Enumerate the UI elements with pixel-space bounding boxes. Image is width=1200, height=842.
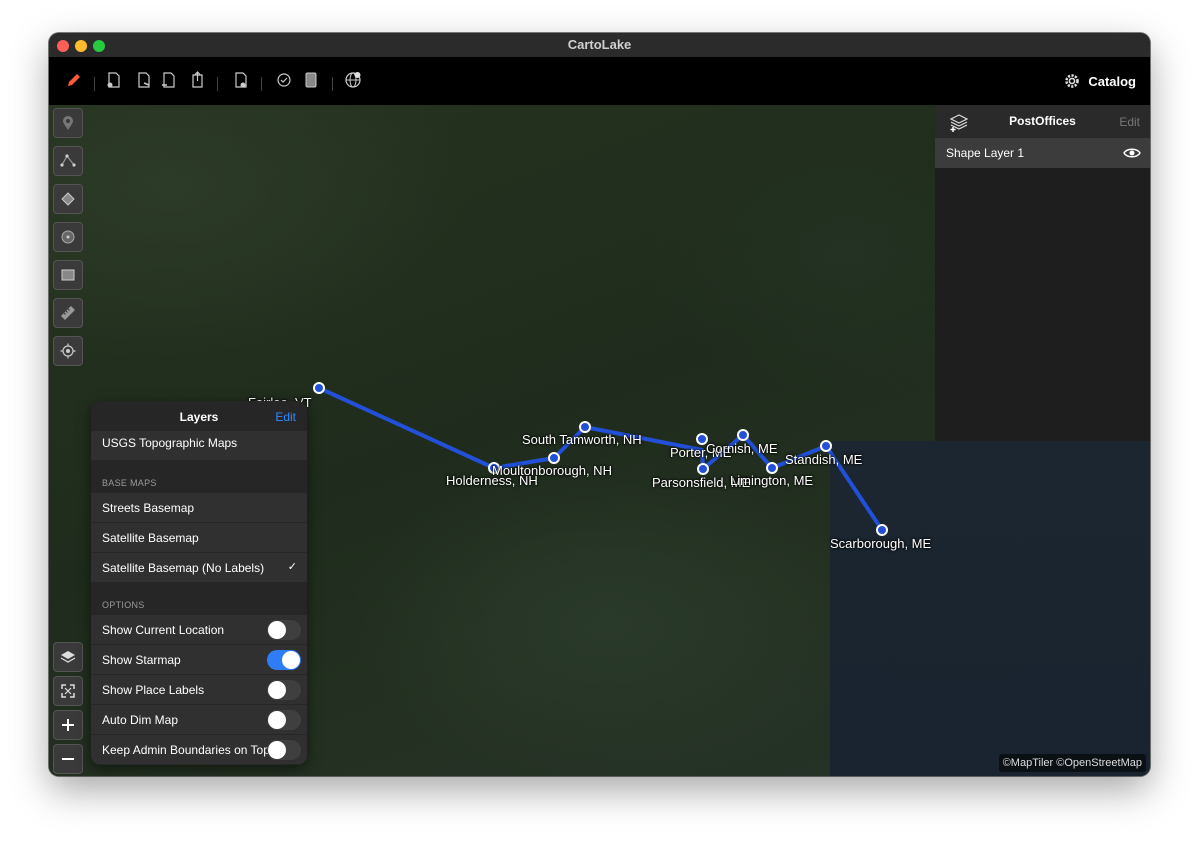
place-marker[interactable] bbox=[697, 463, 709, 475]
layers-edit-button[interactable]: Edit bbox=[275, 410, 296, 424]
rectangle-tool-button[interactable] bbox=[53, 260, 83, 290]
polyline-tool-button[interactable] bbox=[53, 146, 83, 176]
option-label: Show Current Location bbox=[102, 623, 225, 637]
option-row: Show Current Location bbox=[91, 615, 307, 645]
polyline-icon bbox=[60, 154, 76, 167]
toolbar-separator bbox=[332, 77, 333, 91]
title-bar: CartoLake bbox=[49, 33, 1150, 57]
minimize-window-button[interactable] bbox=[75, 40, 87, 52]
export-icon[interactable] bbox=[189, 71, 207, 89]
refresh-icon[interactable] bbox=[275, 71, 293, 89]
map-pin-tool-button[interactable] bbox=[53, 108, 83, 138]
place-label: Standish, ME bbox=[785, 452, 863, 467]
place-label: Scarborough, ME bbox=[830, 536, 932, 551]
layer-row[interactable]: Shape Layer 1 bbox=[935, 138, 1150, 168]
option-label: Auto Dim Map bbox=[102, 713, 179, 727]
basemap-option-selected[interactable]: Satellite Basemap (No Labels) ✓ bbox=[91, 553, 307, 583]
basemap-label: Satellite Basemap (No Labels) bbox=[102, 561, 265, 575]
close-window-button[interactable] bbox=[57, 40, 69, 52]
window-title: CartoLake bbox=[567, 37, 632, 52]
toolbar-separator bbox=[261, 77, 262, 91]
layer-name: Shape Layer 1 bbox=[946, 146, 1025, 160]
eye-icon[interactable] bbox=[1123, 146, 1141, 160]
option-row: Auto Dim Map bbox=[91, 705, 307, 735]
device-icon[interactable] bbox=[302, 71, 320, 89]
add-line-icon[interactable] bbox=[135, 71, 153, 89]
gear-icon bbox=[1065, 74, 1080, 88]
place-label: South Tamworth, NH bbox=[522, 432, 642, 447]
catalog-button[interactable]: Catalog bbox=[1064, 70, 1136, 92]
place-marker[interactable] bbox=[313, 382, 325, 394]
basemap-option[interactable]: Streets Basemap bbox=[91, 493, 307, 523]
add-polygon-icon[interactable] bbox=[160, 71, 178, 89]
toolbar-separator bbox=[94, 77, 95, 91]
option-row: Show Place Labels bbox=[91, 675, 307, 705]
toolbar: Catalog bbox=[49, 57, 1150, 105]
catalog-label: Catalog bbox=[1088, 73, 1136, 89]
maximize-window-button[interactable] bbox=[93, 40, 105, 52]
layer-list-header: PostOffices Edit bbox=[935, 105, 1150, 138]
show-current-location-toggle[interactable] bbox=[267, 620, 301, 640]
option-label: Show Starmap bbox=[102, 653, 181, 667]
option-label: Show Place Labels bbox=[102, 683, 205, 697]
overlay-layer-item[interactable]: USGS Topographic Maps bbox=[91, 431, 307, 461]
polygon-tool-button[interactable] bbox=[53, 184, 83, 214]
layers-button[interactable] bbox=[53, 642, 83, 672]
expand-icon bbox=[61, 684, 75, 698]
place-marker[interactable] bbox=[579, 421, 591, 433]
option-label: Keep Admin Boundaries on Top bbox=[102, 743, 270, 757]
option-row: Keep Admin Boundaries on Top bbox=[91, 735, 307, 765]
option-row: Show Starmap bbox=[91, 645, 307, 675]
add-point-icon[interactable] bbox=[105, 71, 123, 89]
keep-admin-boundaries-toggle[interactable] bbox=[267, 740, 301, 760]
pencil-icon[interactable] bbox=[65, 71, 83, 89]
map-attribution[interactable]: ©MapTiler ©OpenStreetMap bbox=[998, 754, 1146, 772]
minus-icon bbox=[62, 758, 74, 760]
basemap-option[interactable]: Satellite Basemap bbox=[91, 523, 307, 553]
crosshair-icon bbox=[60, 343, 76, 359]
basemap-label: Streets Basemap bbox=[102, 501, 195, 515]
place-label: Limington, ME bbox=[730, 473, 814, 488]
overlay-layer-label: USGS Topographic Maps bbox=[102, 436, 238, 450]
auto-dim-map-toggle[interactable] bbox=[267, 710, 301, 730]
collection-title: PostOffices bbox=[1009, 114, 1076, 128]
place-label: Moultonborough, NH bbox=[492, 463, 612, 478]
layer-list-edit-button[interactable]: Edit bbox=[1119, 115, 1140, 129]
attach-icon[interactable] bbox=[232, 71, 250, 89]
globe-icon[interactable] bbox=[344, 71, 362, 89]
ruler-icon bbox=[61, 306, 75, 320]
show-starmap-toggle[interactable] bbox=[267, 650, 301, 670]
locate-tool-button[interactable] bbox=[53, 336, 83, 366]
circle-tool-button[interactable] bbox=[53, 222, 83, 252]
toolbar-separator bbox=[217, 77, 218, 91]
map-pin-icon bbox=[63, 116, 73, 130]
options-header: OPTIONS bbox=[102, 600, 145, 610]
place-marker[interactable] bbox=[876, 524, 888, 536]
place-marker[interactable] bbox=[766, 462, 778, 474]
layers-popover: Layers Edit USGS Topographic Maps BASE M… bbox=[91, 401, 307, 765]
place-marker[interactable] bbox=[737, 429, 749, 441]
app-window: CartoLake Catalog Holderness, NH Moulton… bbox=[49, 33, 1150, 776]
zoom-out-button[interactable] bbox=[53, 744, 83, 774]
fit-extent-button[interactable] bbox=[53, 676, 83, 706]
zoom-in-button[interactable] bbox=[53, 710, 83, 740]
basemap-label: Satellite Basemap bbox=[102, 531, 199, 545]
place-marker[interactable] bbox=[548, 452, 560, 464]
polygon-icon bbox=[61, 192, 75, 206]
base-maps-header: BASE MAPS bbox=[102, 478, 157, 488]
layer-list-panel: PostOffices Edit Shape Layer 1 bbox=[935, 105, 1150, 441]
place-label: Cornish, ME bbox=[706, 441, 778, 456]
circle-icon bbox=[61, 230, 75, 244]
measure-tool-button[interactable] bbox=[53, 298, 83, 328]
layers-icon bbox=[60, 651, 76, 663]
rectangle-icon bbox=[61, 269, 75, 281]
layers-popover-header: Layers Edit bbox=[91, 401, 307, 431]
show-place-labels-toggle[interactable] bbox=[267, 680, 301, 700]
checkmark-icon: ✓ bbox=[287, 561, 297, 573]
place-marker[interactable] bbox=[820, 440, 832, 452]
plus-icon bbox=[62, 719, 74, 731]
